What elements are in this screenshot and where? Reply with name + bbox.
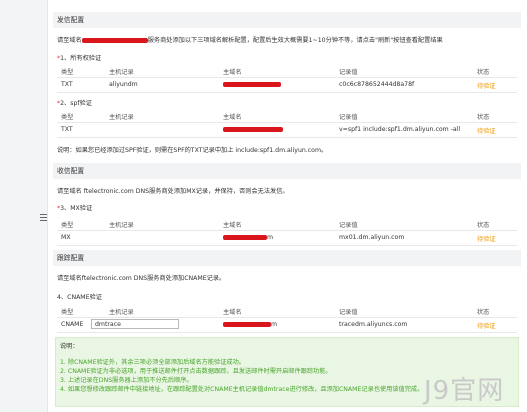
- status-badge: 待验证: [477, 83, 496, 90]
- menu-icon[interactable]: [40, 214, 47, 221]
- table-header: 类型 主机记录 主域名 记录值 状态: [61, 114, 490, 121]
- notes-line: 3. 上述记录在DNS服务器上添加不分先后顺序。: [60, 377, 193, 384]
- spf-note: 说明：如果您已经添加过SPF验证，则需在SPF的TXT记录中加上 include…: [57, 147, 328, 154]
- dns-config-panel: 发信配置 请至域名 服务商处添加以下三项域名解析配置，配置后生效大概需要1~10分…: [53, 0, 521, 412]
- status-badge: 待验证: [477, 323, 496, 330]
- receive-config-title: 收信配置: [53, 163, 521, 179]
- notes-line: 1. 除CNAME验证外，其余三项必须全部添加后域名方能验证成功。: [60, 359, 245, 366]
- table-header: 类型 主机记录 主域名 记录值 状态: [61, 69, 490, 76]
- ownership-label: *1、所有权验证: [57, 55, 102, 62]
- table-row: TXT v=spf1 include:spf1.dm.aliyun.com -a…: [57, 122, 517, 138]
- send-config-title: 发信配置: [53, 12, 521, 28]
- table-header: 类型 主机记录 主域名 记录值 状态: [61, 309, 490, 316]
- notes-title: 说明：: [60, 343, 79, 350]
- cname-host-input[interactable]: dmtrace: [91, 319, 179, 329]
- receive-config-desc: 请至域名 ftelectronic.com DNS服务商处添加MX记录，并保持，…: [57, 188, 289, 195]
- redacted-domain: [223, 81, 281, 88]
- spf-label: *2、spf验证: [57, 100, 92, 107]
- track-config-desc: 请至域名ftelectronic.com DNS服务商处添加CNAME记录。: [57, 275, 226, 282]
- redacted-domain: [223, 126, 283, 133]
- table-row: MX m mx01.dm.aliyun.com 待验证: [57, 230, 517, 246]
- main-domain: m: [223, 234, 273, 241]
- notes-line: 2. CNAME验证为非必选项，用于推送邮件打开点击数据跟踪，且发送邮件时需开启…: [60, 368, 332, 375]
- mx-label: *3、MX验证: [57, 205, 93, 212]
- notes-line: 4. 如果您想修改跟踪邮件中链接地址，在跟踪配置处对CNAME主机记录值dmtr…: [60, 386, 424, 393]
- track-config-title: 跟踪配置: [53, 250, 521, 266]
- status-badge: 待验证: [477, 128, 496, 135]
- table-row: CNAME dmtrace m tracedm.aliyuncs.com 待验证: [57, 317, 517, 333]
- left-sidebar: [0, 0, 48, 412]
- main-domain: m: [223, 321, 277, 328]
- send-config-desc: 请至域名 服务商处添加以下三项域名解析配置，配置后生效大概需要1~10分钟不等，请…: [57, 37, 443, 44]
- table-header: 类型 主机记录 主域名 记录值 状态: [61, 222, 490, 229]
- redacted-domain: [81, 37, 148, 43]
- cname-label: 4、CNAME验证: [57, 294, 102, 301]
- table-row: TXT aliyundm c0c6c878652444d8a78f 待验证: [57, 77, 517, 93]
- status-badge: 待验证: [477, 236, 496, 243]
- watermark: J9官网: [424, 376, 505, 406]
